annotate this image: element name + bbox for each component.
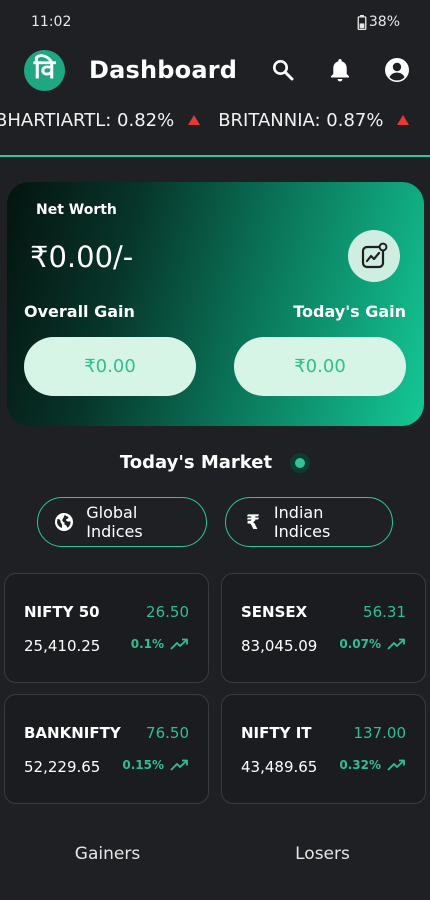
rupee-icon: ₹	[246, 510, 260, 534]
index-percent: 0.07%	[339, 637, 406, 651]
index-card-sensex[interactable]: SENSEX 56.31 83,045.09 0.07%	[221, 573, 426, 683]
index-name: BANKNIFTY	[24, 724, 121, 742]
index-price: 83,045.09	[241, 637, 318, 655]
index-card-nifty-it[interactable]: NIFTY IT 137.00 43,489.65 0.32%	[221, 694, 426, 804]
battery-icon	[357, 14, 367, 30]
index-price: 25,410.25	[24, 637, 101, 655]
ticker-divider	[0, 155, 430, 157]
battery-level: 38%	[368, 14, 400, 30]
status-time: 11:02	[31, 14, 72, 30]
todays-gain-value: ₹0.00	[234, 337, 406, 396]
account-button[interactable]	[382, 55, 412, 85]
ticker-item: BHARTIARTL: 0.82%	[0, 109, 201, 131]
chart-icon	[361, 242, 388, 269]
index-card-banknifty[interactable]: BANKNIFTY 76.50 52,229.65 0.15%	[4, 694, 209, 804]
net-worth-value: ₹0.00/-	[30, 240, 134, 274]
index-change: 76.50	[146, 724, 189, 742]
index-percent-value: 0.15%	[122, 758, 164, 772]
index-price: 52,229.65	[24, 758, 101, 776]
app-logo[interactable]: वि	[24, 49, 65, 91]
index-change: 137.00	[353, 724, 407, 742]
overall-gain-label: Overall Gain	[24, 302, 135, 321]
globe-icon	[54, 511, 74, 533]
index-name: NIFTY 50	[24, 603, 100, 621]
overall-gain-value: ₹0.00	[24, 337, 196, 396]
market-section-header: Today's Market	[0, 452, 430, 473]
tab-losers[interactable]: Losers	[215, 830, 430, 878]
ticker-item: BRITANNIA: 0.87%	[218, 109, 410, 131]
tab-gainers[interactable]: Gainers	[0, 830, 215, 878]
status-right: 38%	[357, 14, 400, 30]
status-bar: 11:02 38%	[0, 0, 430, 44]
ticker-text: BHARTIARTL: 0.82%	[0, 109, 175, 131]
index-change: 56.31	[363, 603, 406, 621]
net-worth-label: Net Worth	[36, 202, 117, 218]
trend-up-icon	[170, 759, 188, 771]
net-worth-card: Net Worth ₹0.00/- Overall Gain Today's G…	[7, 182, 424, 426]
index-percent: 0.1%	[131, 637, 189, 651]
logo-glyph: वि	[33, 55, 56, 85]
portfolio-chart-button[interactable]	[348, 230, 400, 282]
trend-up-icon	[387, 638, 405, 650]
notifications-button[interactable]	[325, 55, 355, 85]
indian-indices-button[interactable]: ₹ Indian Indices	[225, 497, 393, 547]
index-percent-value: 0.07%	[339, 637, 381, 651]
live-indicator	[290, 452, 311, 473]
todays-gain-label: Today's Gain	[293, 302, 406, 321]
index-price: 43,489.65	[241, 758, 318, 776]
global-indices-label: Global Indices	[86, 503, 143, 541]
app-bar: वि Dashboard	[0, 44, 430, 96]
index-percent-value: 0.32%	[339, 758, 381, 772]
indian-indices-label: Indian Indices	[273, 503, 331, 541]
trend-up-icon	[387, 759, 405, 771]
index-percent: 0.32%	[339, 758, 406, 772]
index-percent-value: 0.1%	[130, 637, 164, 651]
search-icon	[273, 60, 294, 81]
search-button[interactable]	[268, 55, 298, 85]
ticker-text: BRITANNIA: 0.87%	[218, 109, 384, 131]
app-actions	[268, 55, 412, 85]
index-name: SENSEX	[241, 603, 308, 621]
stock-ticker[interactable]: BHARTIARTL: 0.82% BRITANNIA: 0.87%	[0, 96, 430, 144]
account-icon	[385, 58, 409, 82]
trend-up-icon	[170, 638, 188, 650]
triangle-up-icon	[397, 115, 410, 125]
index-percent: 0.15%	[122, 758, 189, 772]
ticker-track: BHARTIARTL: 0.82% BRITANNIA: 0.87%	[0, 110, 427, 131]
index-change: 26.50	[146, 603, 189, 621]
bell-icon	[331, 59, 349, 82]
gainers-losers-tabs: Gainers Losers	[0, 830, 430, 878]
index-card-nifty-50[interactable]: NIFTY 50 26.50 25,410.25 0.1%	[4, 573, 209, 683]
market-title: Today's Market	[119, 452, 273, 473]
index-name: NIFTY IT	[241, 724, 312, 742]
global-indices-button[interactable]: Global Indices	[37, 497, 207, 547]
page-title: Dashboard	[89, 56, 238, 84]
triangle-up-icon	[188, 115, 201, 125]
